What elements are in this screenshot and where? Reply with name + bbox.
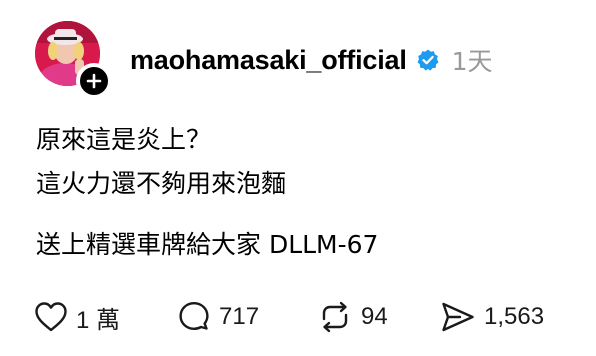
repost-count: 94 <box>361 303 388 330</box>
share-count: 1,563 <box>484 303 545 330</box>
comment-button[interactable]: 717 <box>177 297 259 337</box>
verified-badge-icon <box>416 48 440 72</box>
post-timestamp: 1天 <box>451 47 493 76</box>
action-bar: 1 萬 717 94 1,563 <box>34 297 574 337</box>
post-text-line-2: 這火力還不夠用來泡麵 <box>36 169 287 198</box>
post-header: maohamasaki_official 1天 <box>130 38 493 82</box>
like-count: 1 萬 <box>76 306 121 334</box>
repost-icon <box>322 301 348 333</box>
comment-count: 717 <box>219 303 260 330</box>
share-button[interactable]: 1,563 <box>440 297 544 337</box>
post-text-line-1: 原來這是炎上？ <box>36 125 212 154</box>
plus-icon <box>86 73 102 89</box>
post-text-line-3: 送上精選車牌給大家 DLLM-67 <box>36 230 379 259</box>
username[interactable]: maohamasaki_official <box>130 45 407 76</box>
comment-bubble-icon <box>179 302 209 330</box>
send-icon <box>442 302 474 332</box>
repost-button[interactable]: 94 <box>317 297 388 337</box>
like-button[interactable]: 1 萬 <box>34 297 120 337</box>
heart-icon <box>35 302 67 332</box>
follow-button[interactable] <box>76 63 112 99</box>
